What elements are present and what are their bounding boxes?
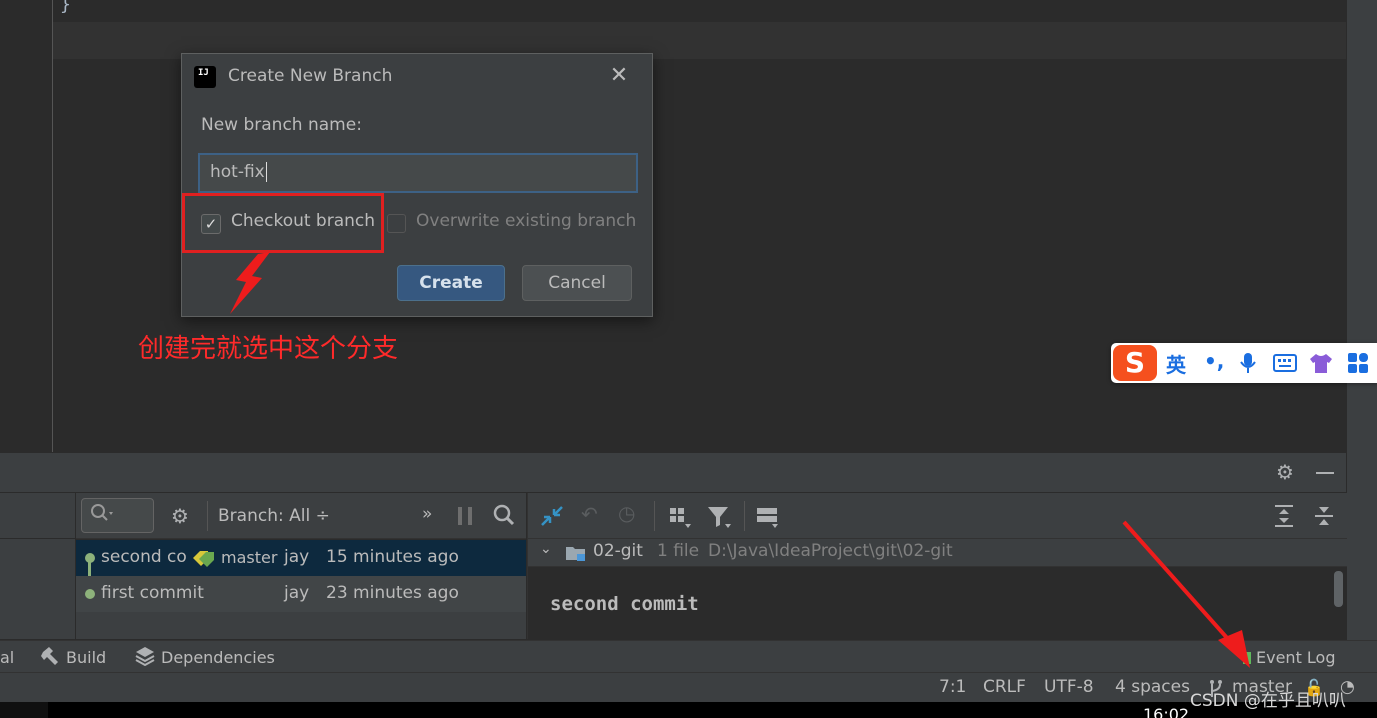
- search-icon: [91, 504, 113, 521]
- sogou-logo-icon[interactable]: S: [1113, 345, 1157, 381]
- editor-gutter-divider: [52, 0, 53, 452]
- revert-icon[interactable]: ↶: [581, 502, 598, 526]
- line-separator[interactable]: CRLF: [983, 677, 1026, 697]
- branch-name-input[interactable]: hot-fix: [198, 153, 638, 193]
- editor-code-brace: }: [60, 0, 71, 15]
- taskbar-clock[interactable]: 16:02: [1143, 705, 1189, 718]
- commit-row[interactable]: first commit jay 23 minutes ago: [76, 576, 526, 612]
- overwrite-branch-label[interactable]: Overwrite existing branch: [416, 211, 636, 231]
- repo-folder-name: 02-git: [593, 541, 643, 561]
- repo-path: D:\Java\IdeaProject\git\02-git: [708, 541, 953, 561]
- tool-tab-build[interactable]: Build: [66, 648, 106, 667]
- commit-author: jay: [284, 547, 310, 567]
- details-scrollbar[interactable]: [1334, 571, 1343, 607]
- commit-author: jay: [284, 583, 310, 603]
- close-icon[interactable]: ✕: [607, 64, 631, 88]
- chevron-down-icon[interactable]: ⌄: [540, 541, 552, 557]
- graph-node: [85, 589, 95, 599]
- text-caret: [265, 162, 267, 182]
- annotation-highlight-box: [182, 193, 384, 253]
- caret-position[interactable]: 7:1: [939, 677, 966, 697]
- collapse-all-icon[interactable]: [1313, 504, 1335, 528]
- git-tool-window-header: ⚙: [0, 452, 1346, 492]
- commit-row[interactable]: second co master jay 15 minutes ago: [76, 540, 526, 576]
- find-icon[interactable]: [493, 504, 515, 526]
- ime-punctuation-toggle[interactable]: •,: [1204, 349, 1224, 373]
- ime-toolbar: S 英 •,: [1111, 343, 1377, 383]
- indent-setting[interactable]: 4 spaces: [1115, 677, 1190, 697]
- commit-message-detail: second commit: [550, 593, 699, 615]
- folder-icon: [566, 547, 585, 561]
- toolbar-divider: [744, 501, 745, 531]
- intellij-logo-icon: IJ: [192, 64, 218, 90]
- os-taskbar: 16:02: [0, 702, 1377, 718]
- toolbar-divider: [654, 501, 655, 531]
- annotation-text: 创建完就选中这个分支: [138, 334, 399, 364]
- annotation-arrow-2-icon: [1122, 520, 1250, 668]
- branch-filter-dropdown[interactable]: Branch: All ÷: [218, 506, 330, 526]
- grid-icon[interactable]: [1347, 352, 1369, 374]
- cancel-button[interactable]: Cancel: [522, 265, 632, 301]
- minimize-icon[interactable]: [1316, 472, 1334, 474]
- expand-all-icon[interactable]: [1273, 504, 1295, 528]
- settings-gear-icon[interactable]: ⚙: [1276, 460, 1294, 484]
- shirt-icon[interactable]: [1309, 352, 1333, 374]
- dialog-title: Create New Branch: [228, 66, 393, 86]
- git-log-toolbar: ⚙ Branch: All ÷ »: [76, 493, 526, 539]
- annotation-arrow-icon: [230, 252, 270, 314]
- branch-name-value: hot-fix: [210, 162, 265, 182]
- commit-message: first commit: [101, 583, 204, 603]
- log-search-input[interactable]: [81, 498, 154, 533]
- pause-icon[interactable]: [458, 507, 472, 525]
- branch-name-label: New branch name:: [201, 115, 362, 135]
- hammer-icon: [41, 647, 58, 665]
- tool-tab-dependencies[interactable]: Dependencies: [161, 648, 275, 667]
- mic-icon[interactable]: [1239, 352, 1257, 374]
- logo-text: IJ: [198, 68, 209, 78]
- tool-tab-event-log[interactable]: Event Log: [1256, 648, 1336, 667]
- commit-time: 15 minutes ago: [326, 547, 459, 567]
- log-settings-gear-icon[interactable]: ⚙: [171, 504, 189, 528]
- keyboard-icon[interactable]: [1273, 353, 1297, 373]
- file-count: 1 file: [657, 541, 700, 561]
- branch-tag-icon: [193, 551, 214, 567]
- file-encoding[interactable]: UTF-8: [1044, 677, 1094, 697]
- editor-scroll-stripe[interactable]: [1346, 0, 1377, 640]
- status-bar: 7:1 CRLF UTF-8 4 spaces master 🔓 ◔: [0, 672, 1377, 702]
- group-by-icon[interactable]: [669, 507, 693, 529]
- ime-language-toggle[interactable]: 英: [1166, 349, 1186, 378]
- overwrite-branch-checkbox[interactable]: [387, 214, 406, 233]
- toolbar-divider: [207, 501, 208, 531]
- more-actions-icon[interactable]: »: [422, 504, 432, 524]
- layout-icon[interactable]: [756, 507, 782, 529]
- tool-tab-clipped[interactable]: al: [0, 648, 14, 667]
- filter-icon[interactable]: [707, 505, 733, 529]
- history-icon[interactable]: ◷: [618, 501, 635, 525]
- commit-branch-tag: master: [221, 548, 278, 567]
- layers-icon: [135, 647, 155, 666]
- commit-message: second co: [101, 547, 187, 567]
- create-button[interactable]: Create: [397, 265, 505, 301]
- commit-time: 23 minutes ago: [326, 583, 459, 603]
- commit-list: second co master jay 15 minutes ago firs…: [76, 540, 526, 639]
- csdn-watermark: CSDN @在乎且叭叭: [1190, 691, 1346, 711]
- branches-panel-toolbar: [0, 493, 76, 539]
- collapse-arrows-icon[interactable]: [540, 505, 564, 527]
